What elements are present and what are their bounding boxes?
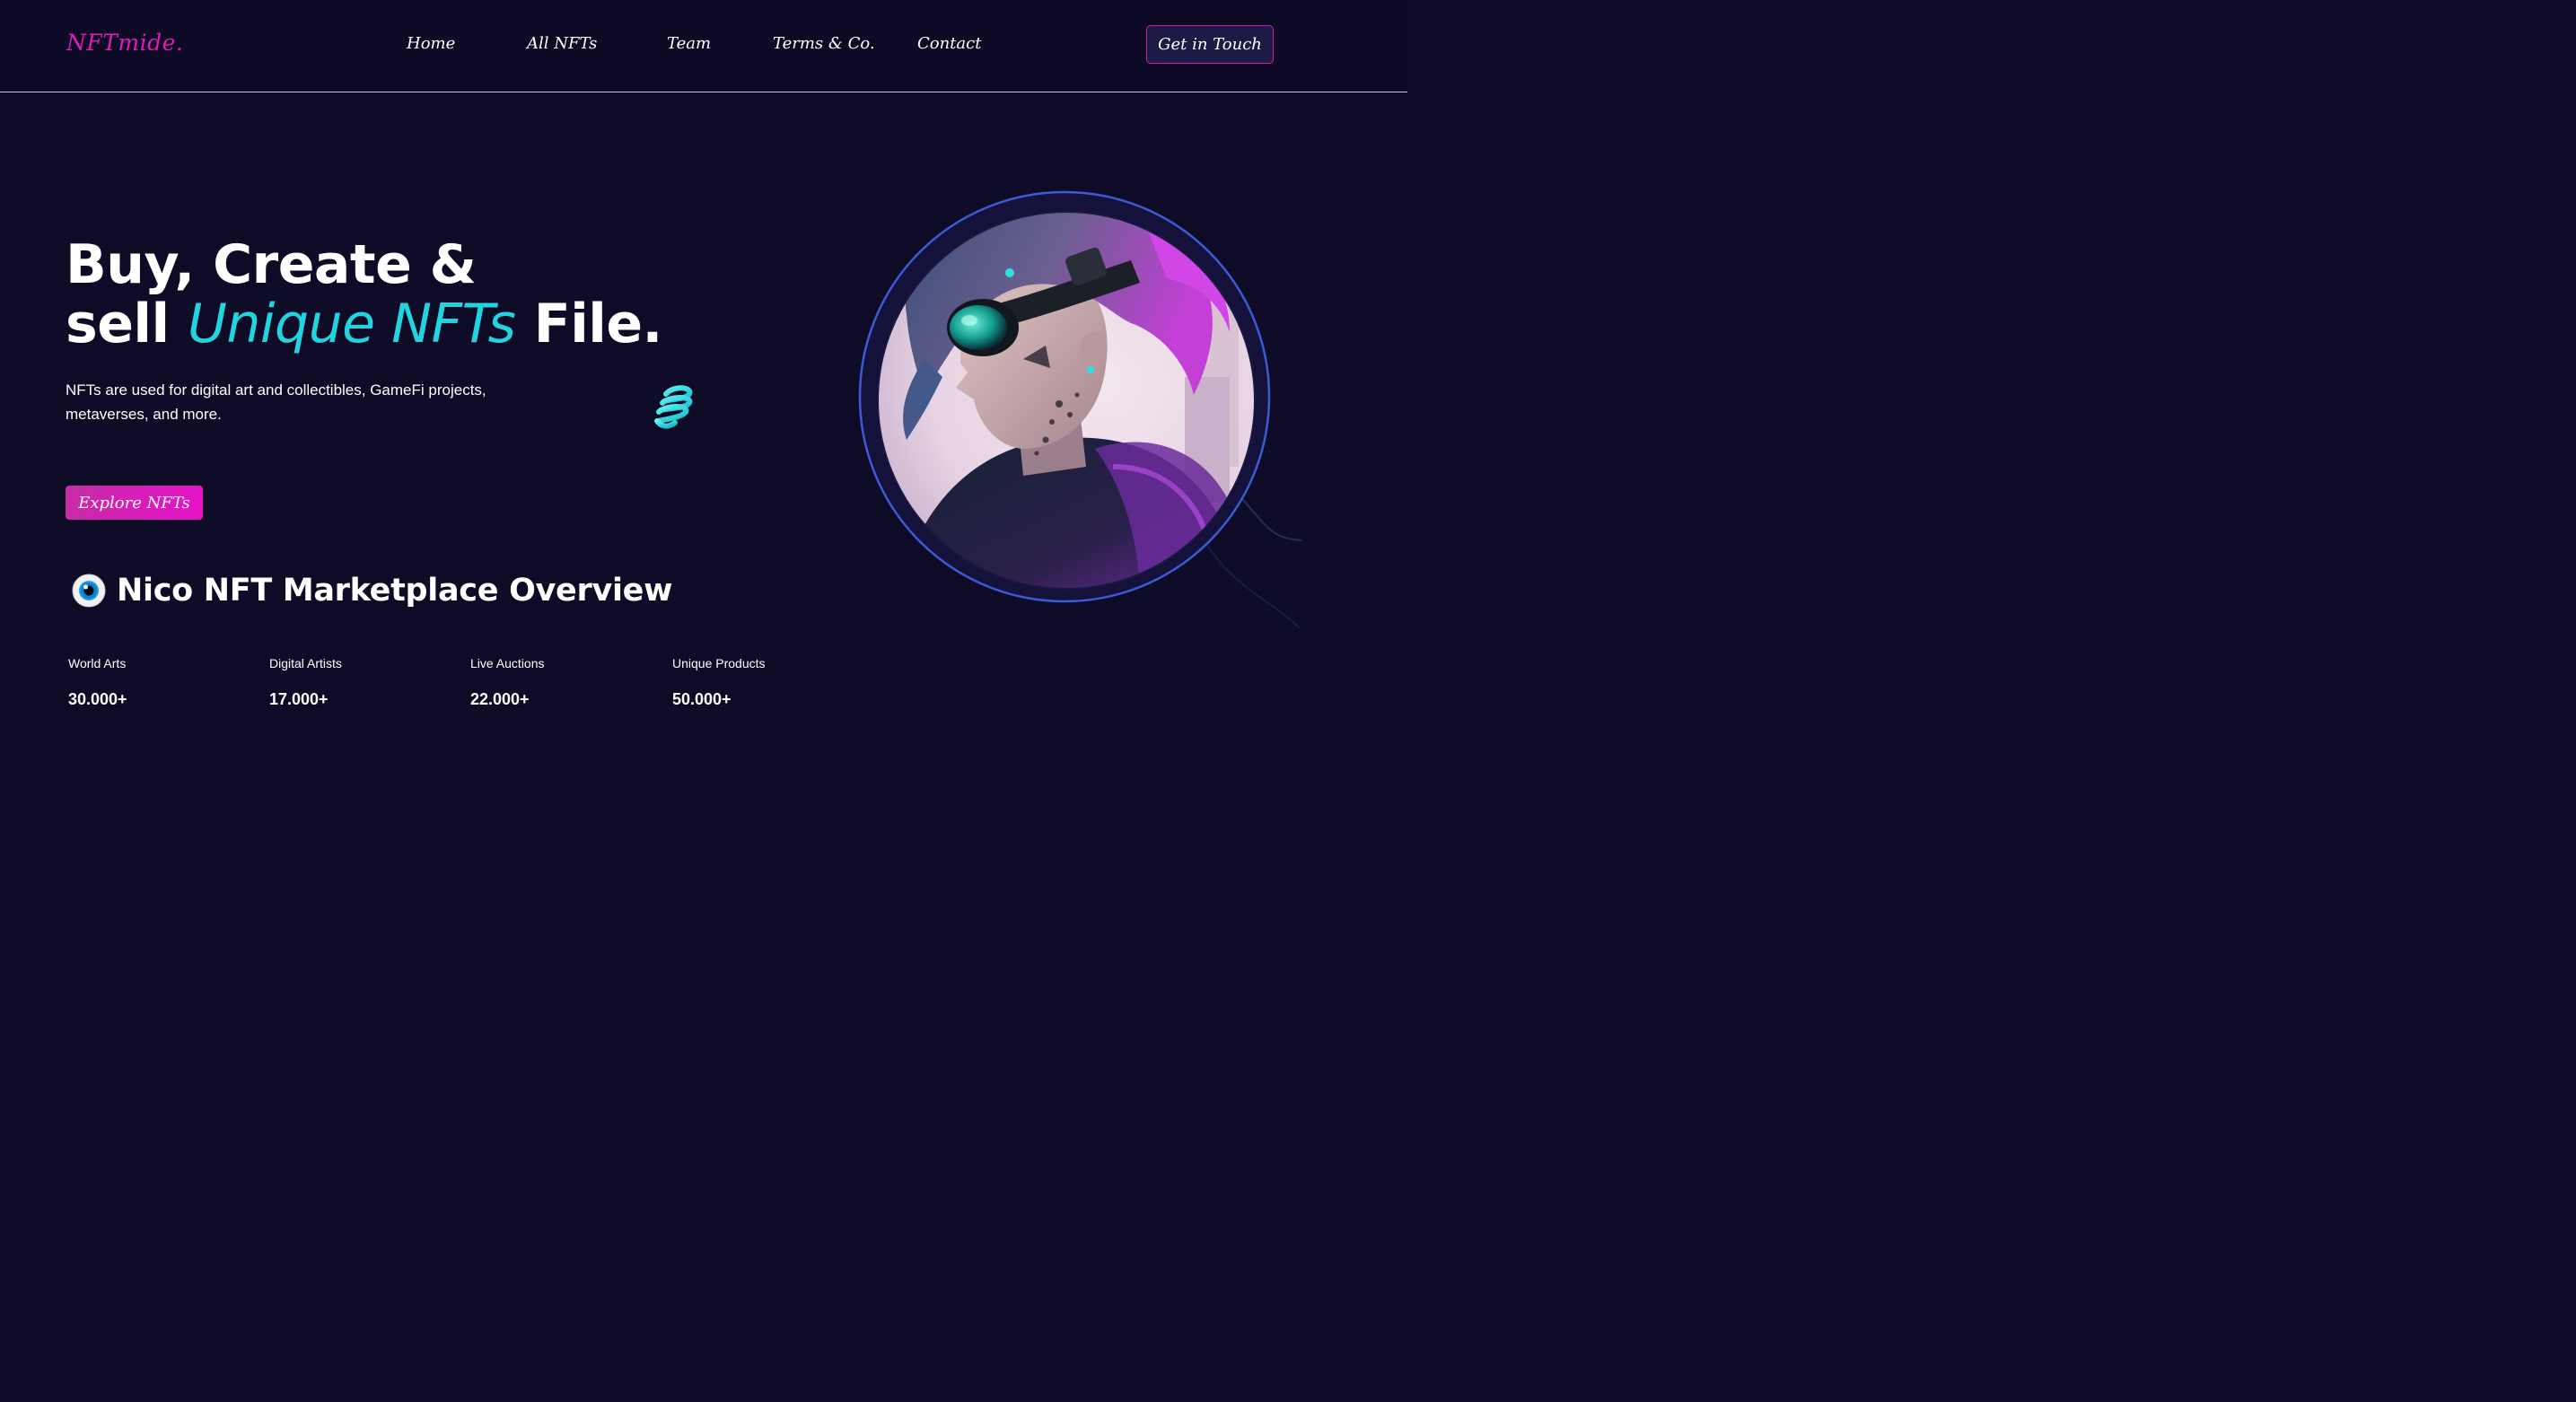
hero-heading-line1: Buy, Create & xyxy=(66,233,477,296)
landing-page: NFTmide. Home All NFTs Team Terms & Co. … xyxy=(0,0,1407,766)
stat-value: 17.000+ xyxy=(269,690,329,708)
stat-value: 50.000+ xyxy=(672,690,732,708)
explore-nfts-button[interactable]: Explore NFTs xyxy=(66,486,203,520)
stat-label: Unique Products xyxy=(672,656,766,670)
nav-contact-link[interactable]: Contact xyxy=(917,34,981,53)
stat-value: 30.000+ xyxy=(68,690,127,708)
get-in-touch-button[interactable]: Get in Touch xyxy=(1146,25,1274,64)
hero-heading-accent: Unique NFTs xyxy=(187,293,516,355)
stat-value: 22.000+ xyxy=(470,690,530,708)
stat-unique-products: Unique Products 50.000+ xyxy=(672,656,870,709)
spring-coil-icon xyxy=(654,385,693,429)
top-navbar: NFTmide. Home All NFTs Team Terms & Co. … xyxy=(0,0,1407,92)
nav-all-nfts-link[interactable]: All NFTs xyxy=(527,34,597,53)
stat-digital-artists: Digital Artists 17.000+ xyxy=(269,656,467,709)
hero-heading-end: File. xyxy=(533,293,663,355)
nav-home-link[interactable]: Home xyxy=(407,34,455,53)
cyberpunk-avatar-image xyxy=(858,190,1302,628)
overview-heading: Nico NFT Marketplace Overview xyxy=(117,573,673,609)
stat-live-auctions: Live Auctions 22.000+ xyxy=(470,656,668,709)
stat-world-arts: World Arts 30.000+ xyxy=(68,656,266,709)
stat-label: World Arts xyxy=(68,656,127,670)
hero-heading-sell: sell xyxy=(66,293,170,355)
eye-icon xyxy=(72,574,106,608)
nav-terms-link[interactable]: Terms & Co. xyxy=(773,34,875,53)
hero-description: NFTs are used for digital art and collec… xyxy=(66,381,486,423)
hero-heading: Buy, Create & sell Unique NFTs File. xyxy=(66,235,784,354)
stat-label: Digital Artists xyxy=(269,656,342,670)
nav-team-link[interactable]: Team xyxy=(667,34,711,53)
brand-logo[interactable]: NFTmide. xyxy=(66,30,183,56)
stat-label: Live Auctions xyxy=(470,656,545,670)
